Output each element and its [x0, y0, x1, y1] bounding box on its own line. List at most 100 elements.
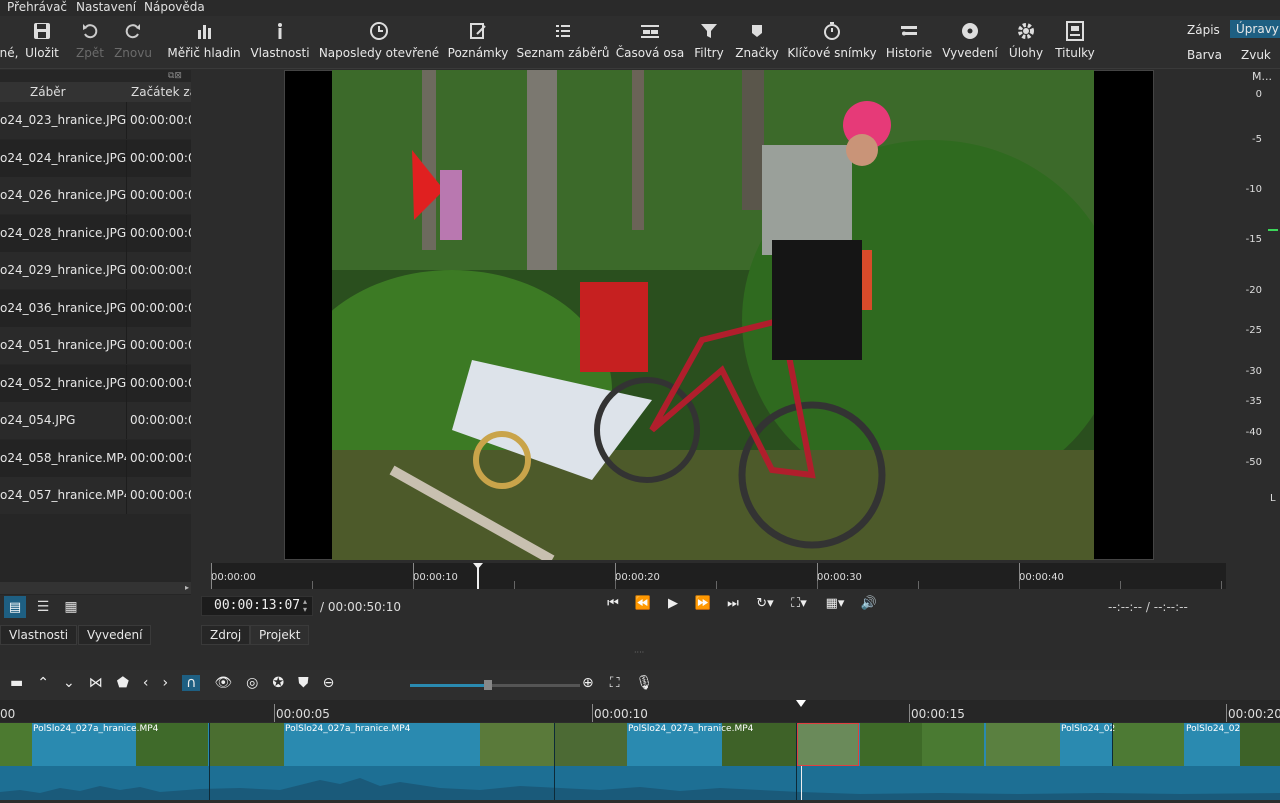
properties-button[interactable]: Vlastnosti: [250, 16, 310, 68]
fast-forward-icon[interactable]: ⏩: [693, 596, 713, 611]
meter-scale-label: -50: [1245, 457, 1262, 468]
column-separator: [126, 439, 127, 477]
snap-icon[interactable]: ∩: [182, 675, 201, 691]
zoom-out-icon[interactable]: ⊖: [323, 675, 335, 691]
playhead-marker[interactable]: [473, 563, 483, 589]
recent-button[interactable]: Naposledy otevřené: [319, 16, 439, 68]
playhead-line: [801, 766, 802, 800]
layout-editing-button[interactable]: Úpravy: [1230, 20, 1280, 38]
timeline-ruler[interactable]: 00 00:00:05 00:00:10 00:00:15 00:00:20: [0, 700, 1280, 722]
filters-button[interactable]: Filtry: [692, 16, 726, 68]
menu-settings[interactable]: Nastavení: [76, 0, 136, 15]
play-icon[interactable]: ▶: [663, 596, 683, 611]
playlist-row[interactable]: o24_057_hranice.MP4 00:00:00:0: [0, 477, 191, 514]
playlist-row[interactable]: o24_058_hranice.MP4 00:00:00:0: [0, 439, 191, 477]
skip-next-icon[interactable]: ⏭: [723, 596, 743, 611]
next-marker-icon[interactable]: ›: [162, 675, 168, 691]
zoom-slider-handle[interactable]: [484, 680, 492, 690]
undo-button[interactable]: Zpět: [72, 16, 108, 68]
save-button[interactable]: Uložit: [22, 16, 62, 68]
ruler-tick: [211, 563, 212, 589]
markers-button[interactable]: Značky: [735, 16, 779, 68]
playlist-button[interactable]: Seznam záběrů: [517, 16, 609, 68]
record-audio-icon[interactable]: 🎙: [636, 675, 654, 691]
redo-button[interactable]: Znovu: [113, 16, 153, 68]
grid-overlay-icon[interactable]: ▦▾: [821, 596, 849, 611]
zoom-fit-timeline-icon[interactable]: ⛶: [610, 675, 620, 691]
timecode-spin-icon[interactable]: ▴ ▾: [303, 598, 307, 614]
menu-help[interactable]: Nápověda: [144, 0, 205, 15]
column-start[interactable]: Začátek zá: [131, 85, 191, 99]
open-button[interactable]: né,: [0, 16, 18, 68]
panel-float-close-icon[interactable]: ⧉⊠: [168, 71, 182, 81]
layout-audio-button[interactable]: Zvuk: [1235, 47, 1277, 63]
ripple-all-icon[interactable]: ✪: [272, 675, 284, 691]
zoom-slider[interactable]: [410, 680, 580, 690]
icon-view-button[interactable]: ▦: [60, 596, 82, 618]
peak-meter-button[interactable]: Měřič hladin: [167, 16, 241, 68]
playlist-row[interactable]: o24_029_hranice.JPG 00:00:00:0: [0, 252, 191, 289]
audio-waveform-track[interactable]: [0, 766, 1280, 800]
add-marker-icon[interactable]: ⬟: [117, 675, 129, 691]
playlist-hscrollbar[interactable]: ▸: [0, 582, 191, 594]
subtitles-button[interactable]: Titulky: [1053, 16, 1097, 68]
loop-icon[interactable]: ↻▾: [753, 596, 777, 611]
scrub-icon[interactable]: 👁: [214, 675, 232, 691]
filters-label: Filtry: [694, 46, 724, 60]
keyframes-button[interactable]: Klíčové snímky: [787, 16, 877, 68]
clip-thumbnail: [555, 723, 627, 766]
position-timecode[interactable]: 00:00:13:07: [201, 596, 313, 616]
tab-properties[interactable]: Vlastnosti: [0, 625, 78, 645]
ripple-markers-icon[interactable]: ⛊: [298, 675, 309, 691]
marker-icon: [752, 25, 762, 37]
playlist-row[interactable]: o24_052_hranice.JPG 00:00:00:0: [0, 364, 191, 402]
split-icon[interactable]: ⋈: [89, 675, 103, 691]
tab-project[interactable]: Projekt: [250, 625, 310, 645]
scroll-right-icon[interactable]: ▸: [185, 583, 189, 592]
history-label: Historie: [885, 46, 933, 60]
volume-icon[interactable]: 🔊: [859, 596, 879, 611]
tab-source[interactable]: Zdroj: [201, 625, 251, 645]
rewind-icon[interactable]: ⏪: [633, 596, 653, 611]
playlist-row[interactable]: o24_028_hranice.JPG 00:00:00:0: [0, 214, 191, 252]
remove-icon[interactable]: ▬: [10, 675, 23, 691]
playlist-row[interactable]: o24_051_hranice.JPG 00:00:00:0: [0, 327, 191, 364]
details-view-button[interactable]: ▤: [4, 596, 26, 618]
notes-button[interactable]: Poznámky: [448, 16, 508, 68]
jobs-button[interactable]: Úlohy: [1007, 16, 1045, 68]
layout-logging-button[interactable]: Zápis: [1181, 22, 1226, 38]
splitter-handle-icon[interactable]: ····: [634, 648, 644, 657]
clip-boundary: [1112, 723, 1113, 766]
menu-player[interactable]: Přehrávač: [7, 0, 67, 15]
playlist-row[interactable]: o24_026_hranice.JPG 00:00:00:0: [0, 177, 191, 214]
column-separator: [126, 139, 127, 177]
player-ruler[interactable]: 00:00:00 00:00:10 00:00:20 00:00:30 00:00:40: [211, 563, 1226, 589]
export-button[interactable]: Vyvedení: [942, 16, 998, 68]
column-separator: [126, 177, 127, 214]
lift-icon[interactable]: ⌃: [37, 675, 49, 691]
clip-name: o24_024_hranice.JPG: [0, 150, 126, 165]
playlist-row[interactable]: o24_023_hranice.JPG 00:00:00:0: [0, 102, 191, 139]
selected-clip-thumbnail[interactable]: [797, 723, 859, 766]
skip-previous-icon[interactable]: ⏮: [603, 596, 623, 611]
layout-color-button[interactable]: Barva: [1181, 47, 1228, 63]
timeline-playhead[interactable]: [796, 700, 806, 722]
playlist-row[interactable]: o24_024_hranice.JPG 00:00:00:0: [0, 139, 191, 177]
video-track[interactable]: PolSlo24_027a_hranice.MP4 PolSlo24_027a_…: [0, 723, 1280, 766]
ruler-minor-tick: [514, 581, 515, 589]
timeline-button[interactable]: Časová osa: [616, 16, 684, 68]
list-view-button[interactable]: ☰: [32, 596, 54, 618]
previous-marker-icon[interactable]: ‹: [143, 675, 149, 691]
playlist-row[interactable]: o24_054.JPG 00:00:00:0: [0, 402, 191, 439]
clip-thumbnail: [922, 723, 984, 766]
clip-start: 00:00:00:0: [130, 150, 191, 165]
history-button[interactable]: Historie: [885, 16, 933, 68]
column-clip[interactable]: Záběr: [30, 85, 66, 99]
overwrite-icon[interactable]: ⌄: [63, 675, 75, 691]
playlist-row[interactable]: o24_036_hranice.JPG 00:00:00:0: [0, 289, 191, 327]
ripple-icon[interactable]: ◎: [246, 675, 258, 691]
zoom-in-icon[interactable]: ⊕: [582, 675, 594, 691]
ruler-label: 00:00:00: [211, 572, 256, 583]
zoom-fit-icon[interactable]: ⛶▾: [787, 596, 811, 611]
tab-export[interactable]: Vyvedení: [78, 625, 152, 645]
